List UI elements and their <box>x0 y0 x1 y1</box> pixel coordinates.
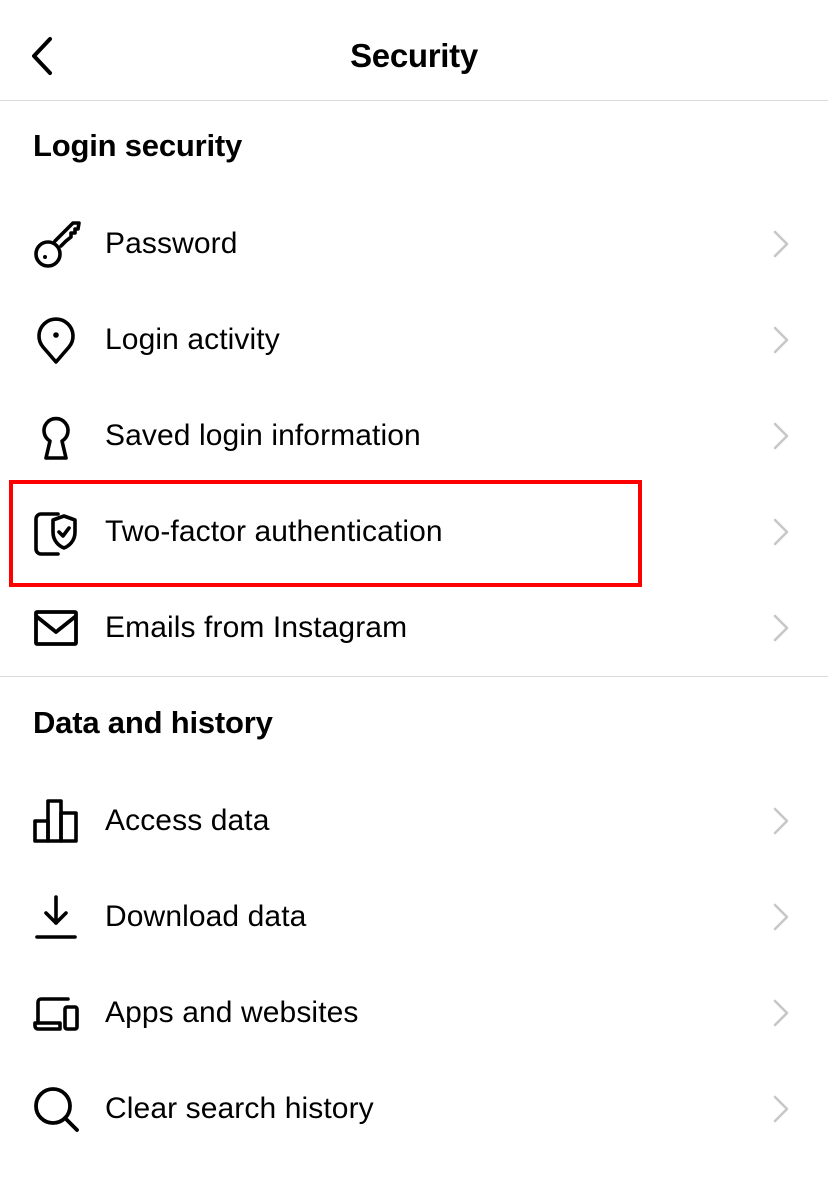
chevron-right-icon <box>768 897 794 937</box>
menu-item-label: Clear search history <box>105 1092 374 1125</box>
menu-item-label: Access data <box>105 804 270 837</box>
bar-chart-icon <box>28 793 84 849</box>
menu-item-saved-login-information[interactable]: Saved login information <box>0 388 828 484</box>
menu-item-label: Download data <box>105 900 307 933</box>
menu-item-login-activity[interactable]: Login activity <box>0 292 828 388</box>
chevron-right-icon <box>768 416 794 456</box>
menu-item-two-factor-authentication[interactable]: Two-factor authentication <box>0 484 828 580</box>
menu-item-label: Apps and websites <box>105 996 359 1029</box>
download-icon <box>28 889 84 945</box>
page-title: Security <box>350 37 478 74</box>
menu-item-access-data[interactable]: Access data <box>0 773 828 869</box>
chevron-right-icon <box>768 224 794 264</box>
location-pin-icon <box>28 312 84 368</box>
keyhole-icon <box>28 408 84 464</box>
menu-item-emails-from-instagram[interactable]: Emails from Instagram <box>0 580 828 676</box>
menu-item-label: Two-factor authentication <box>105 515 443 548</box>
section-title-data-and-history: Data and history <box>33 705 273 740</box>
menu-item-download-data[interactable]: Download data <box>0 869 828 965</box>
chevron-right-icon <box>768 608 794 648</box>
menu-item-label: Password <box>105 227 238 260</box>
section-divider <box>0 676 828 677</box>
devices-icon <box>28 985 84 1041</box>
header: Security <box>0 0 828 101</box>
chevron-right-icon <box>768 993 794 1033</box>
chevron-left-icon <box>32 37 52 75</box>
menu-item-label: Login activity <box>105 323 280 356</box>
envelope-icon <box>28 600 84 656</box>
menu-item-label: Emails from Instagram <box>105 611 408 644</box>
chevron-right-icon <box>768 512 794 552</box>
key-icon <box>28 216 84 272</box>
menu-item-apps-and-websites[interactable]: Apps and websites <box>0 965 828 1061</box>
menu-item-password[interactable]: Password <box>0 196 828 292</box>
chevron-right-icon <box>768 801 794 841</box>
menu-item-label: Saved login information <box>105 419 421 452</box>
chevron-right-icon <box>768 1089 794 1129</box>
chevron-right-icon <box>768 320 794 360</box>
search-icon <box>28 1081 84 1137</box>
phone-shield-icon <box>28 504 84 560</box>
back-button[interactable] <box>22 34 62 78</box>
section-title-login-security: Login security <box>33 128 243 163</box>
menu-item-clear-search-history[interactable]: Clear search history <box>0 1061 828 1157</box>
